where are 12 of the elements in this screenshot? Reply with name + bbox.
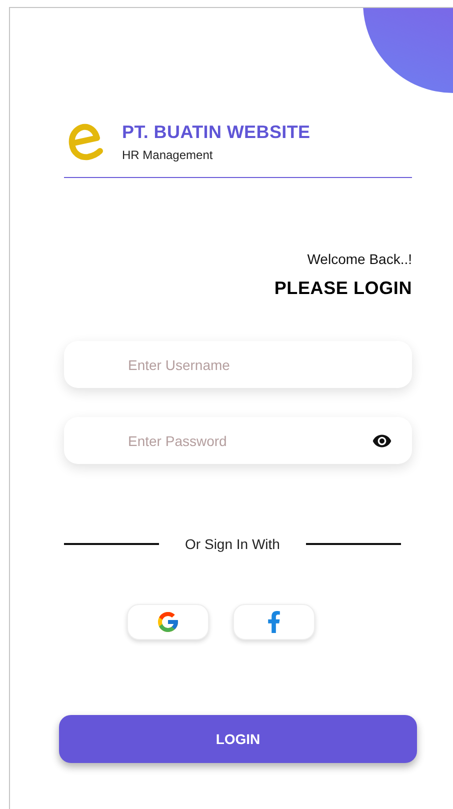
facebook-button[interactable]	[232, 604, 314, 640]
company-tagline: HR Management	[122, 148, 214, 162]
divider-text: Or Sign In With	[185, 536, 280, 552]
welcome-text: Welcome Back..!	[307, 251, 412, 267]
username-field[interactable]: Enter Username	[64, 341, 412, 388]
password-field[interactable]: Enter Password	[64, 417, 412, 464]
login-heading: PLEASE LOGIN	[274, 278, 412, 299]
logo-icon	[66, 121, 106, 163]
login-button[interactable]: LOGIN	[59, 715, 417, 763]
google-button[interactable]	[126, 604, 208, 640]
google-icon	[156, 610, 180, 634]
company-name: PT. BUATIN WEBSITE	[122, 122, 310, 143]
